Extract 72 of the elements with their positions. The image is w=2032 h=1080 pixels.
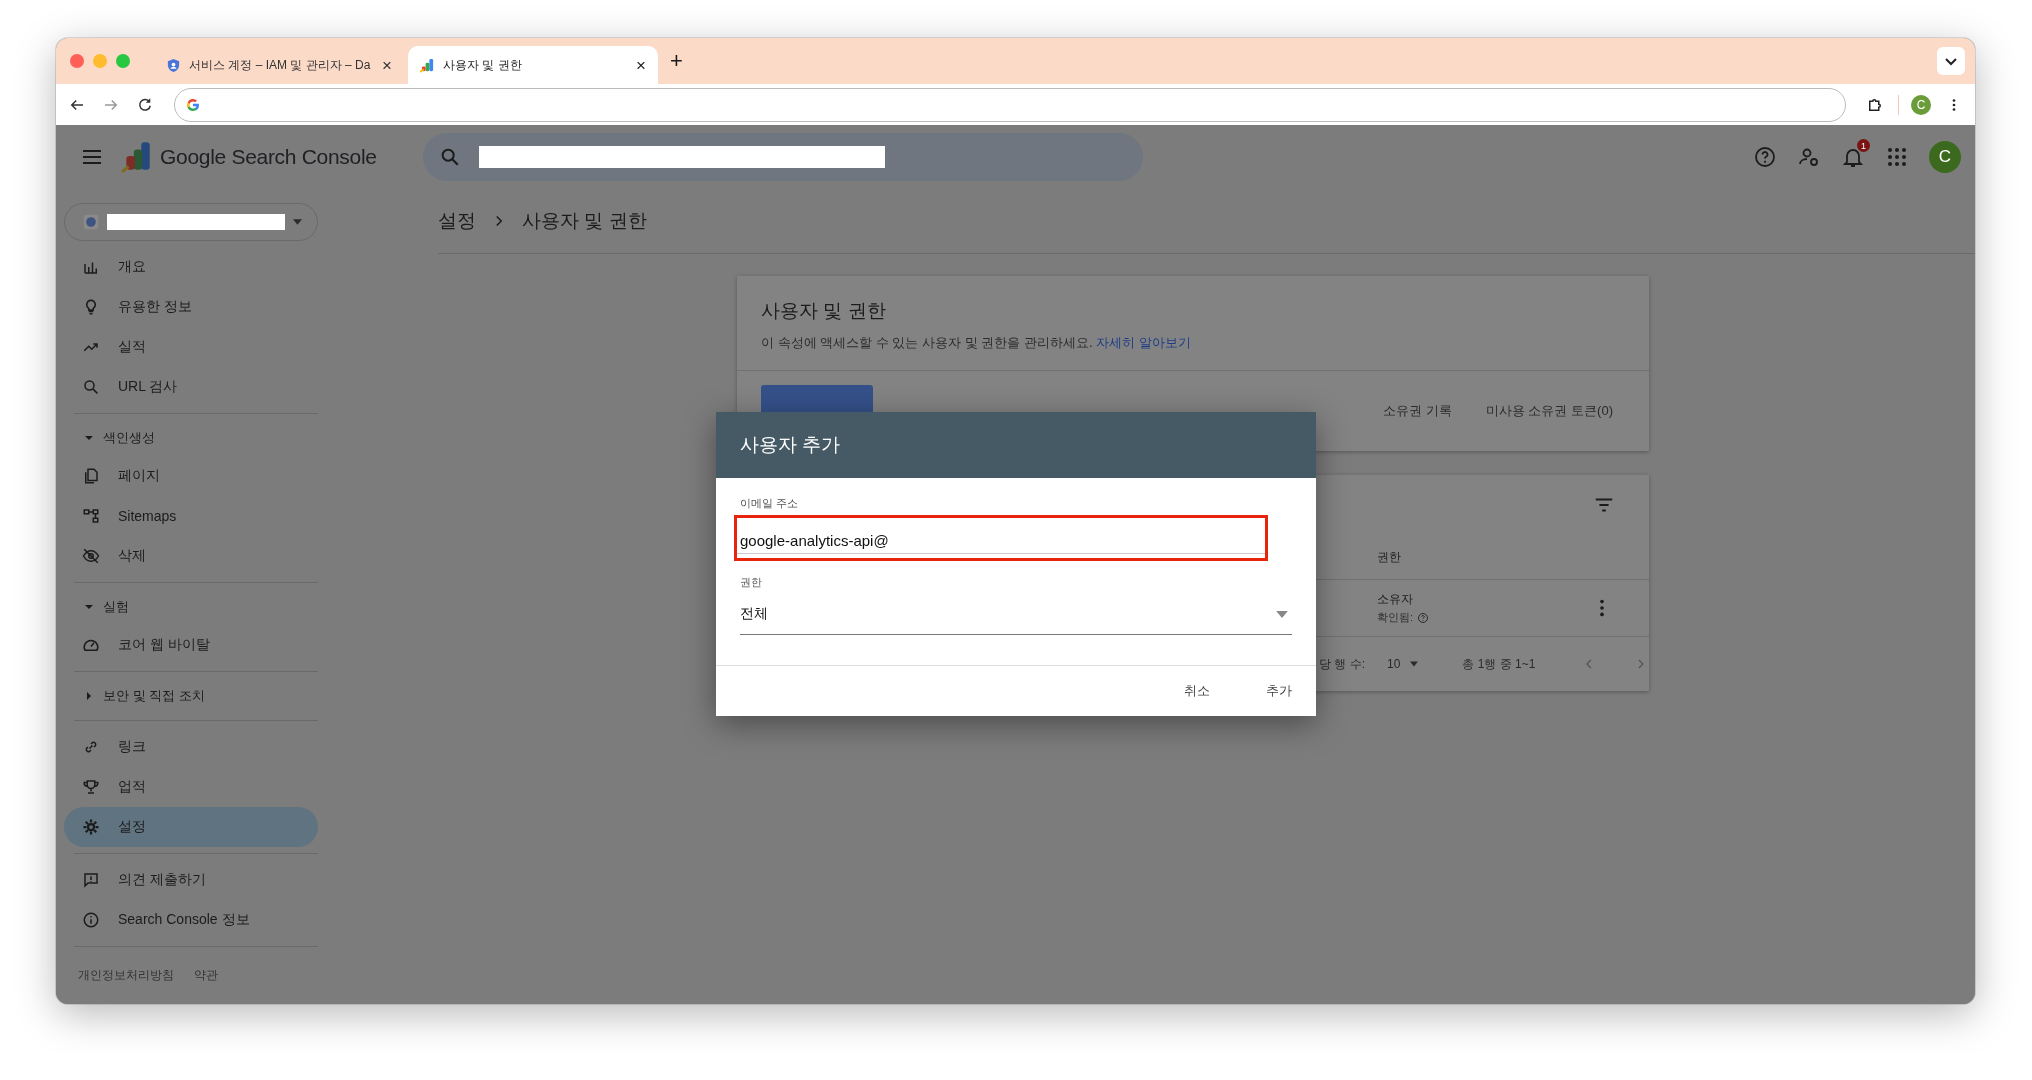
dropdown-caret-icon <box>1276 610 1288 618</box>
nav-item[interactable]: 개요 <box>64 247 318 287</box>
caret-down-icon <box>84 433 94 443</box>
shield-icon <box>166 57 181 73</box>
trophy-icon <box>82 778 100 796</box>
tab-title: 서비스 계정 – IAM 및 관리자 – Da <box>189 56 372 74</box>
cancel-button[interactable]: 취소 <box>1170 674 1224 708</box>
verification-status: 확인됨: <box>1377 610 1414 625</box>
product-name: Google Search Console <box>160 145 377 169</box>
nav-section-toggle[interactable]: 보안 및 직접 조치 <box>64 678 328 714</box>
breadcrumb-link[interactable]: 설정 <box>438 208 476 234</box>
help-icon[interactable] <box>1753 145 1777 169</box>
table-cell-text: 소유자 <box>1377 591 1414 608</box>
column-header: 권한 <box>1377 548 1401 566</box>
page-title: 사용자 및 권한 <box>522 209 647 233</box>
close-tab-button[interactable]: × <box>382 56 392 74</box>
field-label: 이메일 주소 <box>740 496 799 511</box>
nav-item[interactable]: 삭제 <box>64 536 318 576</box>
nav-item[interactable]: Sitemaps <box>64 496 318 536</box>
nav-item[interactable]: Search Console 정보 <box>64 900 318 940</box>
profile-avatar[interactable]: C <box>1911 94 1931 115</box>
dialog-title: 사용자 추가 <box>740 433 841 457</box>
learn-more-link[interactable]: 자세히 알아보기 <box>1096 335 1191 350</box>
browser-tab[interactable]: 서비스 계정 – IAM 및 관리자 – Da × <box>154 46 404 84</box>
action-link[interactable]: 소유권 기록 <box>1383 402 1452 420</box>
nav-item[interactable]: URL 검사 <box>64 367 318 407</box>
tab-title: 사용자 및 권한 <box>443 56 523 74</box>
feedback-icon <box>82 871 100 889</box>
action-link[interactable]: 미사용 소유권 토큰(0) <box>1485 402 1613 420</box>
close-window-icon[interactable] <box>70 54 84 68</box>
help-icon[interactable] <box>1417 611 1430 624</box>
browser-tab[interactable]: 사용자 및 권한 × <box>408 46 658 84</box>
email-input[interactable]: google-analytics-api@ <box>734 515 1268 561</box>
chevron-down-icon[interactable] <box>1937 47 1965 75</box>
search-icon <box>82 378 100 396</box>
account-avatar[interactable]: C <box>1929 141 1961 173</box>
nav-item[interactable]: 페이지 <box>64 456 318 496</box>
eyeoff-icon <box>82 547 100 565</box>
nav-item[interactable]: 의견 제출하기 <box>64 860 318 900</box>
bar-chart-icon <box>420 57 435 73</box>
new-tab-button[interactable]: + <box>670 48 683 74</box>
notification-count: 1 <box>1857 139 1870 152</box>
nav-section-toggle[interactable]: 색인생성 <box>64 420 328 456</box>
info-icon <box>82 911 100 929</box>
google-g-icon <box>185 96 201 113</box>
footer-link[interactable]: 개인정보처리방침 <box>78 967 174 984</box>
apps-grid-icon[interactable] <box>1885 145 1909 169</box>
nav-item[interactable]: 링크 <box>64 727 318 767</box>
gear-icon <box>82 818 100 836</box>
dropdown-caret-icon <box>293 219 302 225</box>
sitemap-icon <box>82 507 100 525</box>
nav-item[interactable]: 실적 <box>64 327 318 367</box>
close-tab-button[interactable]: × <box>636 56 646 74</box>
caret-down-icon <box>84 602 94 612</box>
field-label: 권한 <box>740 575 762 590</box>
caret-right-icon <box>84 691 94 701</box>
page-range: 총 1행 중 1~1 <box>1462 655 1536 673</box>
card-title: 사용자 및 권한 <box>761 299 887 323</box>
nav-section-toggle[interactable]: 실험 <box>64 589 328 625</box>
nav-item[interactable]: 유용한 정보 <box>64 287 318 327</box>
footer-link[interactable]: 약관 <box>194 967 218 984</box>
rows-per-page-select[interactable]: 10 <box>1387 657 1401 671</box>
pages-icon <box>82 467 100 485</box>
add-button[interactable]: 추가 <box>1252 674 1306 708</box>
permission-select[interactable]: 전체 <box>740 594 1292 635</box>
search-field[interactable] <box>422 133 1143 181</box>
rows-per-page-label: 당 행 수: <box>1319 655 1365 673</box>
nav-item[interactable]: 코어 웹 바이탈 <box>64 625 318 665</box>
dropdown-caret-icon <box>1410 661 1419 667</box>
nav-item[interactable]: 설정 <box>64 807 318 847</box>
card-description: 이 속성에 액세스할 수 있는 사용자 및 권한을 관리하세요. <box>761 335 1093 350</box>
nav-item[interactable]: 업적 <box>64 767 318 807</box>
